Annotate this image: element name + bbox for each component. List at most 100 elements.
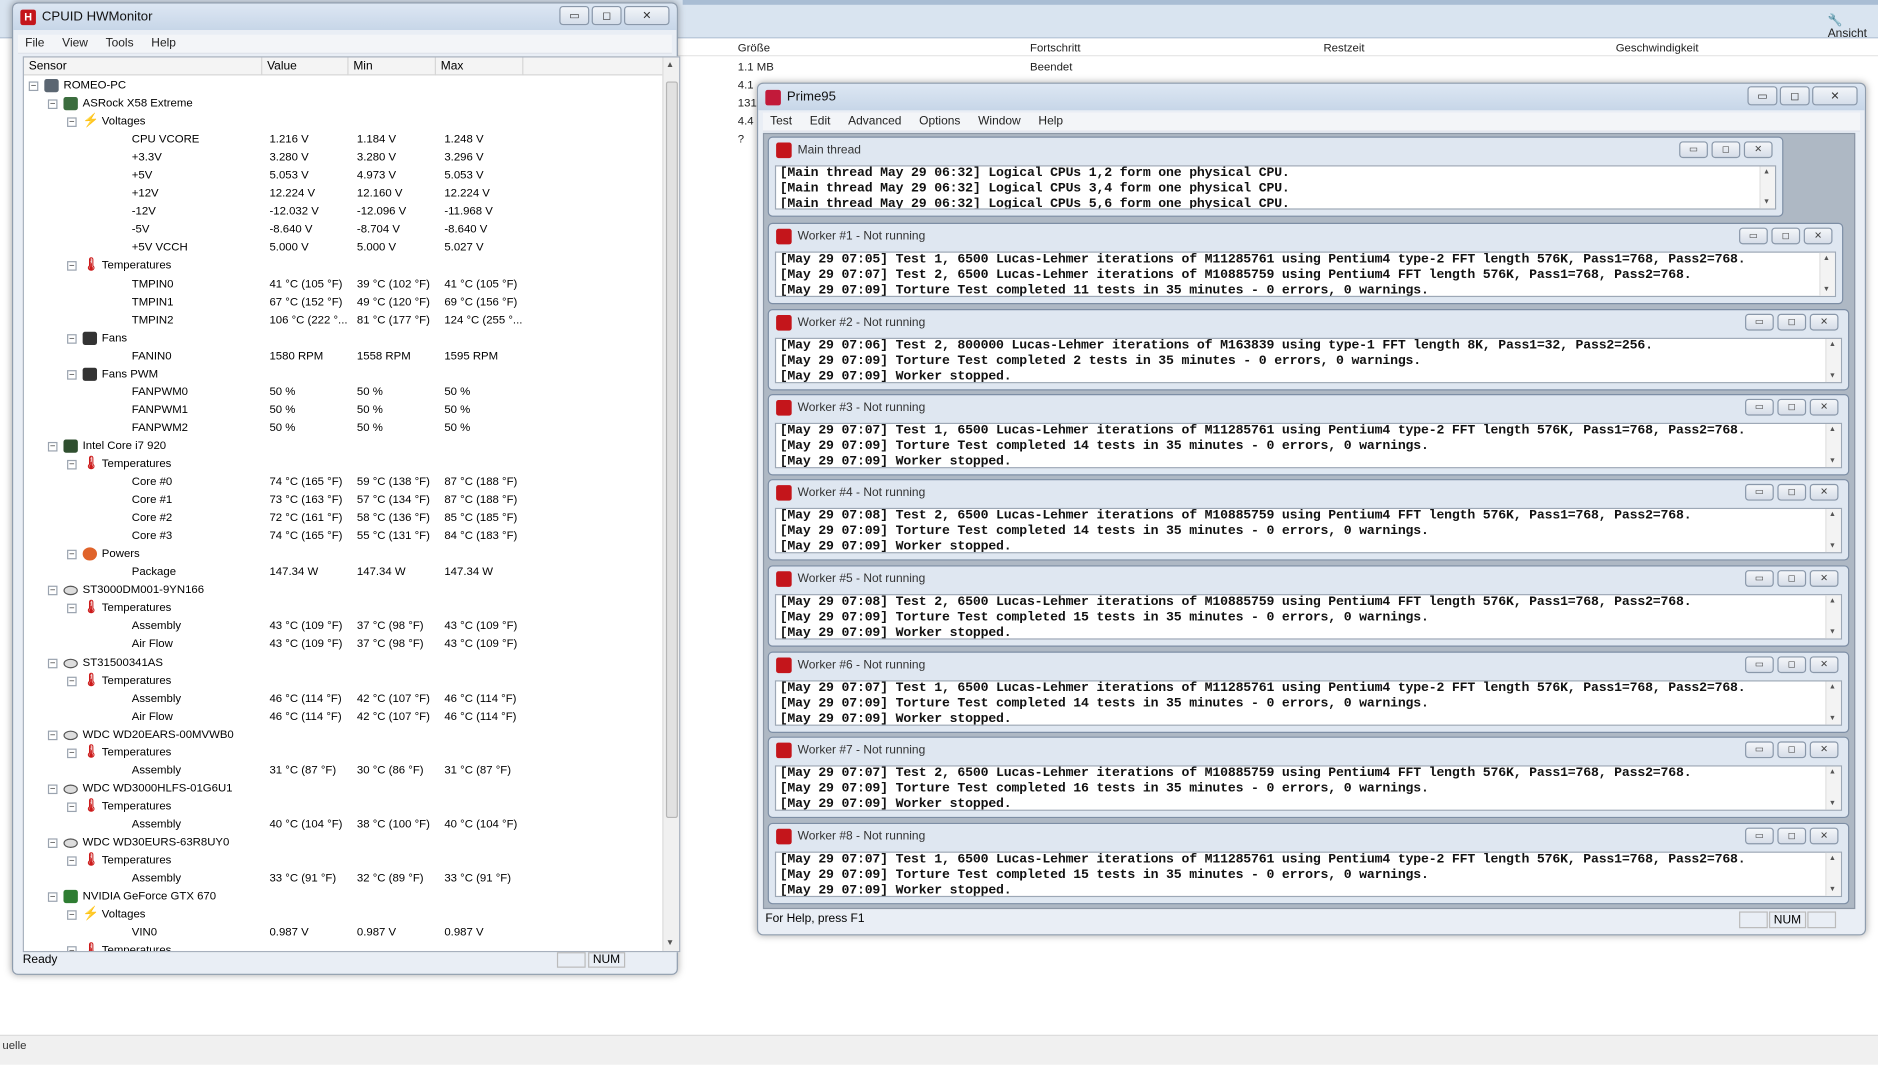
scroll-up-icon[interactable]: ▲ bbox=[1829, 598, 1836, 605]
scroll-thumb[interactable] bbox=[665, 81, 678, 819]
scroll-down-icon[interactable]: ▼ bbox=[1829, 372, 1836, 379]
collapse-icon[interactable]: − bbox=[67, 910, 77, 921]
column-header-value[interactable]: Value bbox=[262, 57, 349, 76]
collapse-icon[interactable]: − bbox=[67, 603, 77, 614]
collapse-icon[interactable]: − bbox=[67, 261, 77, 272]
close-button[interactable]: ✕ bbox=[1803, 227, 1833, 245]
menu-view[interactable]: View bbox=[55, 35, 95, 53]
collapse-icon[interactable]: − bbox=[67, 748, 77, 758]
collapse-icon[interactable]: − bbox=[47, 838, 58, 848]
minimize-button[interactable]: ▭ bbox=[1745, 313, 1774, 331]
sensor-row[interactable]: VIN0 0.987 V 0.987 V 0.987 V bbox=[24, 924, 664, 942]
maximize-button[interactable]: ◻ bbox=[1711, 141, 1741, 159]
sensor-group-row[interactable]: − ST31500341AS bbox=[24, 653, 664, 671]
scroll-up-icon[interactable]: ▲ bbox=[1763, 169, 1770, 176]
minimize-button[interactable]: ▭ bbox=[1745, 398, 1774, 416]
column-header-max[interactable]: Max bbox=[436, 57, 524, 76]
scroll-up-icon[interactable]: ▲ bbox=[1829, 684, 1836, 691]
menu-test[interactable]: Test bbox=[763, 113, 799, 131]
worker-window[interactable]: Worker #1 - Not running ▭ ◻ ✕ [May 29 07:05]… bbox=[767, 222, 1844, 305]
maximize-button[interactable]: ◻ bbox=[1777, 570, 1807, 587]
sensor-row[interactable]: FANPWM1 50 % 50 % 50 % bbox=[24, 401, 664, 419]
collapse-icon[interactable]: − bbox=[47, 892, 58, 902]
close-button[interactable]: ✕ bbox=[1809, 656, 1839, 674]
sensor-row[interactable]: Core #3 74 °C (165 °F) 55 °C (131 °F) 84 °C… bbox=[24, 527, 664, 545]
close-button[interactable]: ✕ bbox=[1809, 313, 1839, 331]
menu-options[interactable]: Options bbox=[912, 113, 968, 131]
column-header-min[interactable]: Min bbox=[349, 57, 436, 76]
log-scrollbar[interactable]: ▲ ▼ bbox=[1825, 766, 1841, 810]
collapse-icon[interactable]: − bbox=[67, 369, 77, 380]
scroll-up-icon[interactable]: ▲ bbox=[1829, 769, 1836, 776]
sensor-row[interactable]: Core #0 74 °C (165 °F) 59 °C (138 °F) 87 °C… bbox=[24, 473, 664, 491]
scroll-down-icon[interactable]: ▼ bbox=[1829, 800, 1836, 807]
scroll-down-icon[interactable]: ▼ bbox=[1763, 199, 1770, 206]
scroll-down-icon[interactable]: ▼ bbox=[1829, 886, 1836, 893]
scroll-up-icon[interactable]: ▲ bbox=[1823, 255, 1830, 262]
scroll-down-icon[interactable]: ▼ bbox=[1829, 458, 1836, 465]
collapse-icon[interactable]: − bbox=[47, 99, 58, 110]
main-thread-window[interactable]: Main thread ▭ ◻ ✕ [Main thread May 29 06:32]… bbox=[767, 136, 1784, 217]
minimize-button[interactable]: ▭ bbox=[559, 5, 590, 26]
maximize-button[interactable]: ◻ bbox=[1777, 827, 1807, 845]
sensor-group-row[interactable]: − 🌡 Temperatures bbox=[24, 599, 664, 617]
collapse-icon[interactable]: − bbox=[28, 81, 39, 92]
collapse-icon[interactable]: − bbox=[67, 459, 77, 470]
log-scrollbar[interactable]: ▲ ▼ bbox=[1825, 423, 1841, 468]
close-button[interactable]: ✕ bbox=[1809, 570, 1839, 587]
maximize-button[interactable]: ◻ bbox=[1777, 656, 1807, 674]
collapse-icon[interactable]: − bbox=[47, 441, 58, 452]
close-button[interactable]: ✕ bbox=[1809, 483, 1839, 501]
sensor-group-row[interactable]: − 🌡 Temperatures bbox=[24, 455, 664, 473]
sensor-row[interactable]: TMPIN1 67 °C (152 °F) 49 °C (120 °F) 69 °C … bbox=[24, 293, 664, 311]
sensor-row[interactable]: Air Flow 46 °C (114 °F) 42 °C (107 °F) 46 °… bbox=[24, 707, 664, 725]
minimize-button[interactable]: ▭ bbox=[1745, 570, 1774, 587]
minimize-button[interactable]: ▭ bbox=[1679, 141, 1708, 159]
menu-tools[interactable]: Tools bbox=[98, 35, 140, 53]
worker-window[interactable]: Worker #4 - Not running ▭ ◻ ✕ [May 29 07:08]… bbox=[767, 479, 1850, 561]
menu-advanced[interactable]: Advanced bbox=[841, 113, 909, 131]
scroll-down-icon[interactable]: ▼ bbox=[1829, 543, 1836, 550]
log-scrollbar[interactable]: ▲ ▼ bbox=[1825, 852, 1841, 896]
minimize-button[interactable]: ▭ bbox=[1747, 86, 1778, 106]
column-header-size[interactable]: Größe bbox=[738, 42, 770, 55]
collapse-icon[interactable]: − bbox=[47, 730, 58, 740]
minimize-button[interactable]: ▭ bbox=[1745, 741, 1774, 759]
sensor-group-row[interactable]: − WDC WD3000HLFS-01G6U1 bbox=[24, 779, 664, 797]
sensor-row[interactable]: Package 147.34 W 147.34 W 147.34 W bbox=[24, 563, 664, 581]
scroll-down-icon[interactable]: ▼ bbox=[1829, 629, 1836, 636]
scroll-up-icon[interactable]: ▲ bbox=[1829, 426, 1836, 433]
sensor-row[interactable]: Assembly 46 °C (114 °F) 42 °C (107 °F) 46 °… bbox=[24, 689, 664, 707]
scroll-down-icon[interactable]: ▼ bbox=[666, 939, 674, 947]
scroll-up-icon[interactable]: ▲ bbox=[1829, 511, 1836, 518]
close-button[interactable]: ✕ bbox=[1809, 741, 1839, 759]
maximize-button[interactable]: ◻ bbox=[1777, 398, 1807, 416]
minimize-button[interactable]: ▭ bbox=[1745, 483, 1774, 501]
sensor-group-row[interactable]: − 🌡 Temperatures bbox=[24, 257, 664, 275]
log-scrollbar[interactable]: ▲ ▼ bbox=[1825, 509, 1841, 553]
sensor-group-row[interactable]: − 🌡 Temperatures bbox=[24, 852, 664, 870]
sensor-group-row[interactable]: − Fans PWM bbox=[24, 365, 664, 383]
worker-window[interactable]: Worker #7 - Not running ▭ ◻ ✕ [May 29 07:07]… bbox=[767, 736, 1850, 819]
close-button[interactable]: ✕ bbox=[1812, 86, 1858, 106]
scroll-down-icon[interactable]: ▼ bbox=[1823, 286, 1830, 293]
collapse-icon[interactable]: − bbox=[47, 585, 58, 596]
sensor-group-row[interactable]: − ⚡ Voltages bbox=[24, 113, 664, 131]
menu-help[interactable]: Help bbox=[144, 35, 183, 53]
ansicht-button[interactable]: 🔧 Ansicht bbox=[1828, 14, 1878, 40]
hwmonitor-titlebar[interactable]: H CPUID HWMonitor ▭ ◻ ✕ bbox=[13, 3, 677, 30]
maximize-button[interactable]: ◻ bbox=[1777, 313, 1807, 331]
sensor-row[interactable]: +12V 12.224 V 12.160 V 12.224 V bbox=[24, 185, 664, 203]
sensor-row[interactable]: FANIN0 1580 RPM 1558 RPM 1595 RPM bbox=[24, 347, 664, 365]
sensor-group-row[interactable]: − 🌡 Temperatures bbox=[24, 671, 664, 689]
sensor-row[interactable]: +3.3V 3.280 V 3.280 V 3.296 V bbox=[24, 149, 664, 167]
collapse-icon[interactable]: − bbox=[47, 658, 58, 668]
sensor-row[interactable]: TMPIN0 41 °C (105 °F) 39 °C (102 °F) 41 °C … bbox=[24, 275, 664, 293]
minimize-button[interactable]: ▭ bbox=[1745, 656, 1774, 674]
menu-help[interactable]: Help bbox=[1031, 113, 1070, 131]
collapse-icon[interactable]: − bbox=[67, 676, 77, 686]
sensor-group-row[interactable]: − 🌡 Temperatures bbox=[24, 743, 664, 761]
sensor-group-row[interactable]: − ASRock X58 Extreme bbox=[24, 95, 664, 113]
sensor-group-row[interactable]: − ROMEO-PC bbox=[24, 77, 664, 95]
close-button[interactable]: ✕ bbox=[1809, 398, 1839, 416]
